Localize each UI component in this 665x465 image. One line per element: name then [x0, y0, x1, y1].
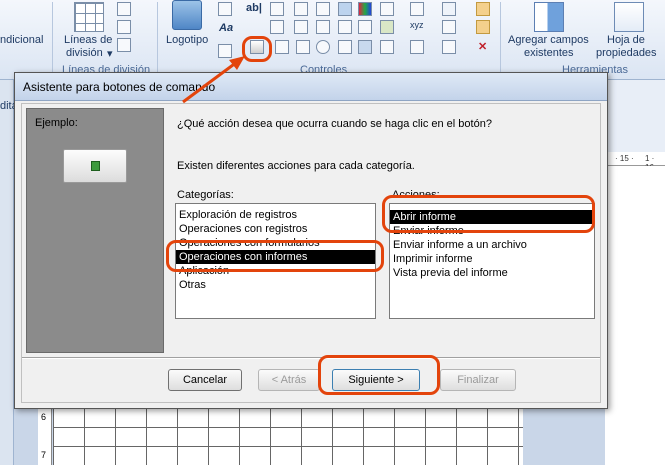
annotation-arrow [182, 56, 245, 104]
example-label: Ejemplo: [35, 117, 78, 129]
chart-bars-icon[interactable] [358, 2, 372, 16]
label-control-icon[interactable]: Aa [219, 22, 233, 34]
spacing-icon[interactable] [117, 2, 131, 16]
category-item[interactable]: Otras [176, 278, 375, 292]
highlight-action-selection [382, 195, 595, 233]
width-icon[interactable] [117, 38, 131, 52]
cancel-button[interactable]: Cancelar [168, 369, 242, 391]
ribbon-separator [52, 2, 53, 76]
combo-icon[interactable] [275, 40, 289, 54]
grid-icon[interactable] [270, 20, 284, 34]
activex-icon[interactable] [442, 40, 456, 54]
bound-object-icon[interactable] [380, 2, 394, 16]
margin-icon[interactable] [117, 20, 131, 34]
info-text: Existen diferentes acciones para cada ca… [177, 160, 415, 172]
option-button-icon[interactable] [316, 40, 330, 54]
list-control-icon[interactable] [296, 40, 310, 54]
category-item[interactable]: Exploración de registros [176, 208, 375, 222]
pointer-icon[interactable] [476, 20, 490, 34]
example-pane: Ejemplo: [26, 108, 164, 353]
add-fields-label-1[interactable]: Agregar campos [508, 34, 589, 46]
rectangle-icon[interactable] [294, 2, 308, 16]
xyz-icon[interactable]: xyz [410, 20, 424, 30]
action-item[interactable]: Vista previa del informe [390, 266, 594, 280]
ribbon-separator [157, 2, 158, 76]
unbound-object-icon[interactable] [380, 20, 394, 34]
image-icon[interactable] [338, 40, 352, 54]
page-icon[interactable] [218, 2, 232, 16]
horizontal-ruler: · 15 · 1 · 16 [605, 152, 665, 172]
select-icon[interactable] [442, 2, 456, 16]
hyperlink-icon[interactable] [380, 40, 394, 54]
example-button-preview [63, 149, 127, 183]
dialog-separator [22, 357, 600, 359]
listbox-icon[interactable] [270, 2, 284, 16]
design-surface-right[interactable] [605, 166, 665, 465]
gridlines-label-2[interactable]: división [66, 47, 103, 59]
finish-button[interactable]: Finalizar [440, 369, 516, 391]
web-icon[interactable] [410, 40, 424, 54]
action-item[interactable]: Imprimir informe [390, 252, 594, 266]
chevron-down-icon[interactable]: ▾ [107, 47, 113, 60]
categories-label: Categorías: [177, 189, 234, 201]
use-wizards-icon[interactable] [476, 2, 490, 16]
question-text: ¿Qué acción desea que ocurra cuando se h… [177, 118, 492, 130]
category-item[interactable]: Operaciones con registros [176, 222, 375, 236]
logo-label[interactable]: Logotipo [166, 34, 208, 46]
frame-icon[interactable] [358, 20, 372, 34]
property-sheet-label-1[interactable]: Hoja de [607, 34, 645, 46]
ruler-tick-7: 7 [41, 450, 47, 460]
design-grid[interactable] [53, 408, 523, 465]
highlight-category-selection [166, 240, 384, 272]
add-fields-label-2[interactable]: existentes [524, 47, 574, 59]
dialog-titlebar[interactable]: Asistente para botones de comando [15, 73, 607, 101]
add-fields-icon[interactable] [534, 2, 564, 32]
toggle-icon[interactable] [410, 2, 424, 16]
gridlines-icon[interactable] [74, 2, 104, 32]
ruler-tick-15: · 15 · [615, 154, 634, 163]
line-icon[interactable] [316, 2, 330, 16]
back-button[interactable]: < Atrás [258, 369, 320, 391]
ribbon-separator [500, 2, 501, 76]
action-item[interactable]: Enviar informe a un archivo [390, 238, 594, 252]
tab-control-icon[interactable] [294, 20, 308, 34]
textbox-control-icon[interactable]: ab| [246, 2, 262, 14]
highlight-next-button [318, 355, 440, 395]
report-icon [91, 161, 100, 171]
subform-icon[interactable] [338, 2, 352, 16]
ribbon: ndicional Líneas de división ▾ Líneas de… [0, 0, 665, 80]
gridlines-label-1[interactable]: Líneas de [64, 34, 112, 46]
vertical-ruler: 6 7 [38, 408, 52, 465]
left-pane-strip: dita [0, 80, 18, 465]
checkbox-icon[interactable] [316, 20, 330, 34]
ruler-tick-6: 6 [41, 412, 47, 422]
attachment-icon[interactable] [358, 40, 372, 54]
delete-x-icon[interactable]: ✕ [478, 40, 487, 53]
wizard-icon[interactable] [442, 20, 456, 34]
property-sheet-icon[interactable] [614, 2, 644, 32]
page-break-icon[interactable] [338, 20, 352, 34]
logo-icon[interactable] [172, 0, 202, 30]
property-sheet-label-2[interactable]: propiedades [596, 47, 657, 59]
ribbon-conditional-label[interactable]: ndicional [0, 34, 43, 46]
